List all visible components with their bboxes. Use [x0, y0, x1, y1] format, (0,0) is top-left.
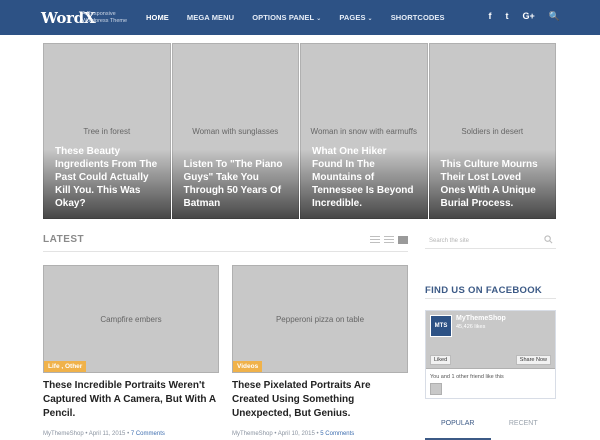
tab-popular[interactable]: POPULAR	[425, 414, 491, 440]
featured-title[interactable]: This Culture Mourns Their Lost Loved One…	[441, 158, 549, 210]
twitter-icon[interactable]: t	[506, 11, 509, 22]
article-author[interactable]: MyThemeShop	[232, 431, 273, 437]
image-label: Campfire embers	[100, 314, 162, 324]
article-card: Pepperoni pizza on table Videos These Pi…	[232, 265, 408, 437]
site-header: WordX A Responsive Wordpress Theme HOME …	[0, 0, 600, 35]
facebook-liked-button[interactable]: Liked	[430, 355, 452, 365]
sidebar-tabs: POPULAR RECENT	[425, 414, 556, 440]
divider	[425, 298, 556, 299]
facebook-icon[interactable]: f	[489, 11, 492, 22]
sidebar-search[interactable]: Search the site	[425, 233, 556, 249]
article-meta: MyThemeShop • April 11, 2015 • 7 Comment…	[43, 431, 219, 437]
featured-post[interactable]: Woman in snow with earmuffs What One Hik…	[300, 43, 428, 219]
avatar[interactable]	[430, 383, 442, 395]
article-title[interactable]: These Incredible Portraits Weren't Captu…	[43, 379, 219, 421]
category-badge[interactable]: Videos	[233, 361, 263, 372]
facebook-page-name[interactable]: MyThemeShop	[456, 315, 506, 322]
article-meta: MyThemeShop • April 10, 2015 • 5 Comment…	[232, 431, 408, 437]
category-badge[interactable]: Life , Other	[44, 361, 87, 372]
facebook-widget-title: FIND US ON FACEBOOK	[425, 285, 543, 296]
site-tagline: A Responsive Wordpress Theme	[82, 11, 128, 24]
article-comments[interactable]: 7 Comments	[131, 431, 165, 437]
featured-post[interactable]: Tree in forest These Beauty Ingredients …	[43, 43, 171, 219]
facebook-page-logo[interactable]: MTS	[430, 315, 452, 337]
featured-post[interactable]: Woman with sunglasses Listen To "The Pia…	[171, 43, 299, 219]
nav-pages[interactable]: PAGES ⌄	[339, 13, 372, 22]
nav-home[interactable]: HOME	[146, 13, 169, 22]
article-card: Campfire embers Life , Other These Incre…	[43, 265, 219, 437]
tab-recent[interactable]: RECENT	[491, 414, 557, 440]
nav-mega-menu[interactable]: MEGA MENU	[187, 13, 234, 22]
featured-grid: Tree in forest These Beauty Ingredients …	[43, 43, 556, 219]
article-title[interactable]: These Pixelated Portraits Are Created Us…	[232, 379, 408, 421]
chevron-down-icon: ⌄	[367, 16, 373, 22]
facebook-like-count: 45,426 likes	[456, 324, 486, 330]
section-title-latest: LATEST	[43, 234, 85, 245]
divider	[43, 251, 408, 252]
image-label: Pepperoni pizza on table	[275, 314, 365, 324]
featured-post[interactable]: Soldiers in desert This Culture Mourns T…	[428, 43, 556, 219]
search-input[interactable]: Search the site	[429, 238, 469, 244]
nav-options-panel[interactable]: OPTIONS PANEL ⌄	[252, 13, 321, 22]
grid-view-icon[interactable]	[398, 236, 408, 244]
article-date: April 10, 2015	[277, 431, 315, 437]
chevron-down-icon: ⌄	[316, 16, 322, 22]
layout-switcher	[370, 236, 408, 244]
facebook-share-button[interactable]: Share Now	[515, 355, 551, 365]
social-links: f t G+ 🔍	[489, 11, 560, 22]
facebook-like-box: MTS MyThemeShop 45,426 likes Liked Share…	[425, 310, 556, 399]
featured-title[interactable]: Listen To "The Piano Guys" Take You Thro…	[184, 158, 292, 210]
google-plus-icon[interactable]: G+	[523, 11, 535, 22]
list-view-alt-icon[interactable]	[384, 236, 394, 244]
search-icon[interactable]	[544, 235, 553, 244]
nav-shortcodes[interactable]: SHORTCODES	[391, 13, 445, 22]
facebook-friends-text: You and 1 other friend like this	[430, 374, 504, 380]
list-view-icon[interactable]	[370, 236, 380, 244]
article-date: April 11, 2015	[88, 431, 126, 437]
article-thumbnail[interactable]: Campfire embers Life , Other	[43, 265, 219, 373]
article-author[interactable]: MyThemeShop	[43, 431, 84, 437]
featured-title[interactable]: What One Hiker Found In The Mountains of…	[312, 145, 420, 210]
search-icon[interactable]: 🔍	[549, 11, 560, 22]
featured-title[interactable]: These Beauty Ingredients From The Past C…	[55, 145, 163, 210]
article-comments[interactable]: 5 Comments	[320, 431, 354, 437]
article-thumbnail[interactable]: Pepperoni pizza on table Videos	[232, 265, 408, 373]
main-nav: HOME MEGA MENU OPTIONS PANEL ⌄ PAGES ⌄ SHO…	[146, 13, 463, 22]
